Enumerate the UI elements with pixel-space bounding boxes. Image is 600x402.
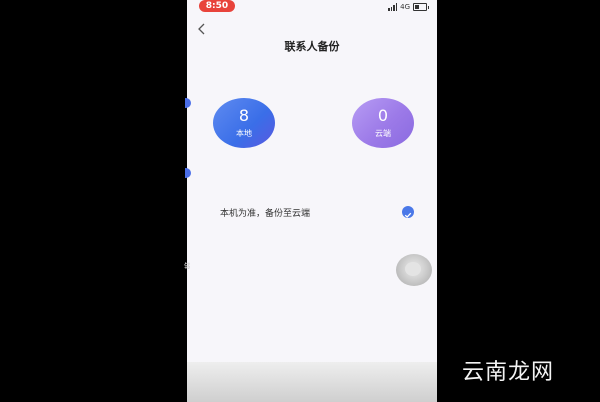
cloud-contacts-count[interactable]: 0 云端 <box>352 98 414 148</box>
local-label: 本地 <box>236 129 252 138</box>
backup-option-checkbox[interactable] <box>402 206 414 218</box>
page-title: 联系人备份 <box>284 40 340 53</box>
battery-icon <box>413 3 429 11</box>
status-time: 8:50 <box>199 0 235 12</box>
cloud-label: 云端 <box>375 129 391 138</box>
local-contacts-count[interactable]: 8 本地 <box>213 98 275 148</box>
status-bar: 8:50 4G <box>187 0 437 14</box>
assistive-button-core <box>405 262 421 276</box>
backup-option-label[interactable]: 本机为准，备份至云端 <box>220 206 310 219</box>
floating-assistive-button[interactable] <box>396 254 432 286</box>
local-count: 8 <box>238 106 250 125</box>
back-button[interactable] <box>194 20 210 38</box>
status-indicators: 4G <box>388 2 429 12</box>
bottom-area <box>187 362 437 402</box>
checkmark-icon <box>404 212 412 218</box>
cloud-count: 0 <box>377 106 389 125</box>
phone-screen: 8:50 4G 联系人备份 8 本地 0 云端 本机为准，备份至云端 <box>187 0 437 402</box>
watermark: 云南龙网 <box>462 360 555 385</box>
chevron-left-icon <box>198 23 205 35</box>
side-edge-char: 键 <box>184 263 190 269</box>
signal-icon <box>388 3 398 11</box>
network-type: 4G <box>400 3 410 11</box>
